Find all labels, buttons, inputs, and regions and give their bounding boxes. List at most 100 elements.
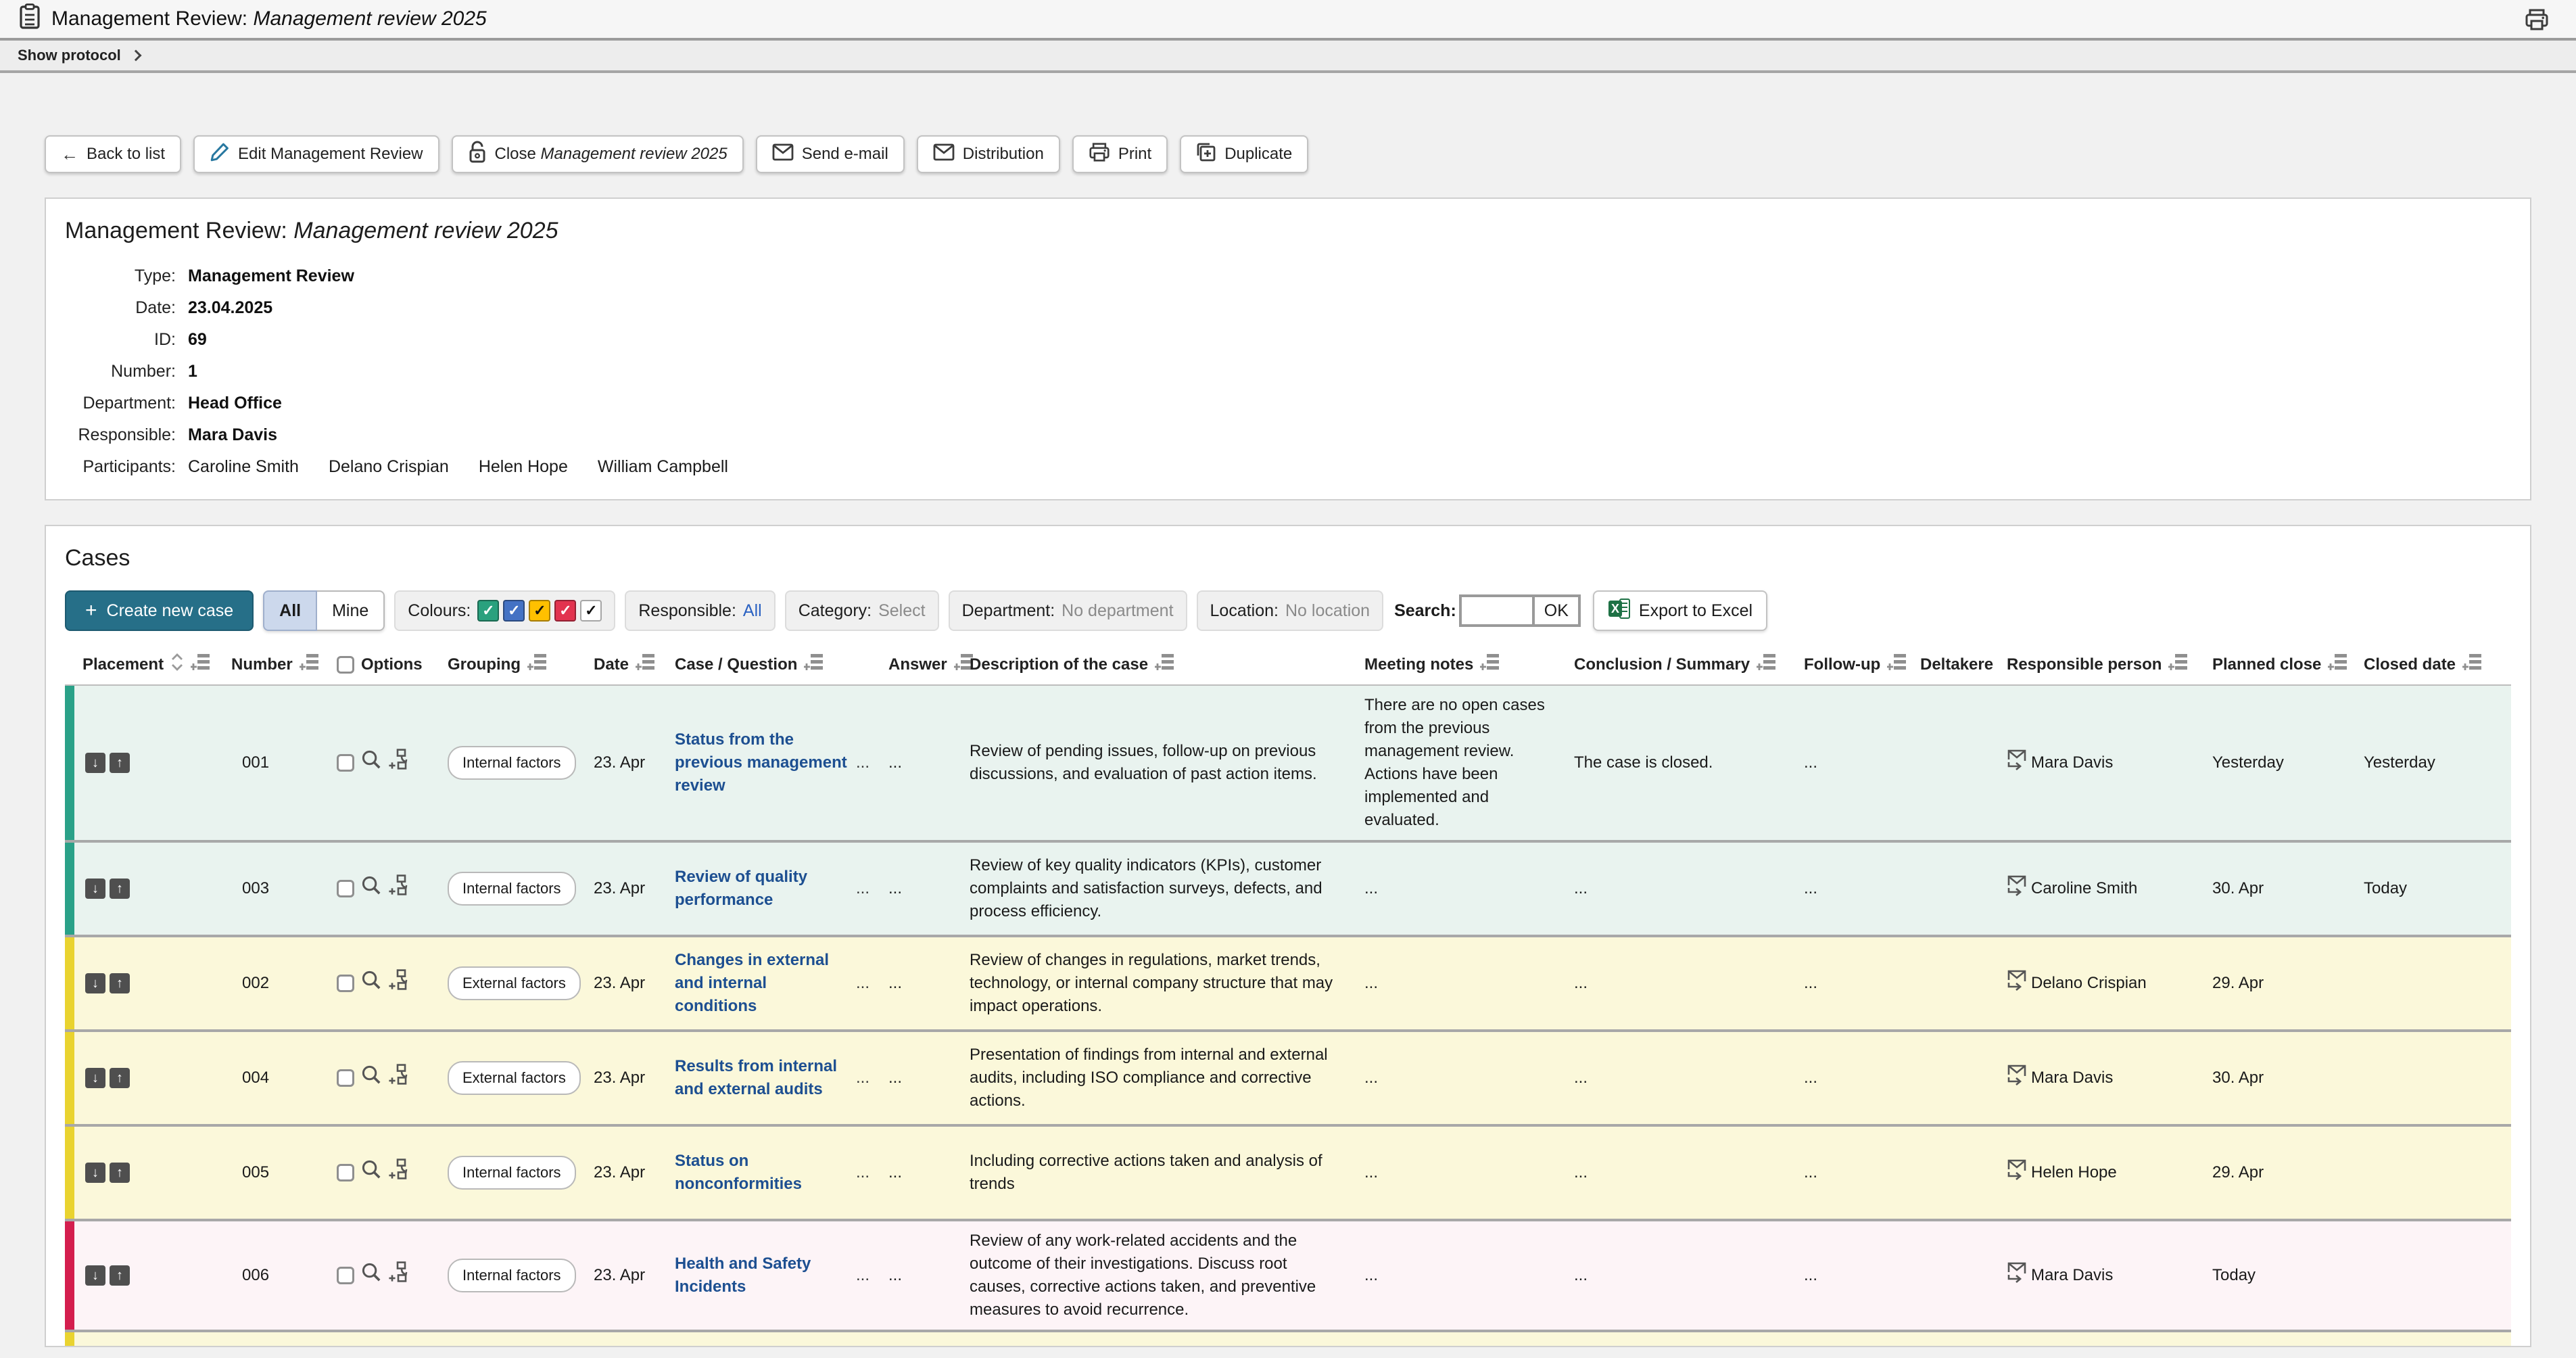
responsible-person-name: Mara Davis — [2031, 1264, 2113, 1287]
print-page-icon[interactable] — [2525, 8, 2549, 37]
send-mail-icon[interactable] — [2007, 874, 2027, 903]
category-filter[interactable]: Category: Select — [785, 590, 939, 631]
field-label: Responsible: — [65, 419, 176, 451]
move-down-button[interactable]: ↓ — [85, 1068, 105, 1088]
magnifier-icon[interactable] — [361, 875, 381, 902]
colour-checkbox[interactable]: ✓ — [477, 600, 499, 622]
column-filter-icon[interactable] — [2168, 653, 2187, 676]
case-link[interactable]: Results from internal and external audit… — [675, 1055, 851, 1101]
show-protocol-link[interactable]: Show protocol — [0, 41, 2576, 73]
responsible-filter[interactable]: Responsible: All — [625, 590, 775, 631]
location-filter-value[interactable]: No location — [1285, 601, 1370, 621]
case-link[interactable]: Health and Safety Incidents — [675, 1252, 851, 1298]
magnifier-icon[interactable] — [361, 749, 381, 776]
column-filter-icon[interactable] — [636, 653, 654, 676]
select-all-checkbox[interactable] — [337, 656, 354, 674]
search-input[interactable] — [1462, 597, 1532, 624]
copy-case-icon[interactable] — [388, 969, 410, 998]
department-filter-value[interactable]: No department — [1062, 601, 1173, 621]
case-link[interactable]: Changes in external and internal conditi… — [675, 949, 851, 1018]
case-expand-ellipsis[interactable]: ... — [856, 877, 869, 900]
location-filter[interactable]: Location: No location — [1197, 590, 1384, 631]
magnifier-icon[interactable] — [361, 970, 381, 997]
duplicate-button[interactable]: Duplicate — [1180, 135, 1308, 173]
meeting-notes-cell: ... — [1356, 1256, 1566, 1295]
duplicate-label: Duplicate — [1224, 145, 1292, 164]
follow-up-cell: ... — [1796, 1153, 1912, 1192]
search-ok-button[interactable]: OK — [1532, 597, 1578, 624]
edit-review-button[interactable]: Edit Management Review — [193, 135, 439, 173]
close-review-button[interactable]: Close Management review 2025 — [452, 135, 744, 173]
column-filter-icon[interactable] — [2328, 653, 2347, 676]
print-button[interactable]: Print — [1072, 135, 1168, 173]
deltakere-cell — [1912, 975, 1999, 991]
column-filter-icon[interactable] — [1480, 653, 1499, 676]
column-filter-icon[interactable] — [527, 653, 546, 676]
move-up-button[interactable]: ↑ — [110, 973, 130, 993]
send-mail-icon[interactable] — [2007, 1158, 2027, 1187]
sort-icon[interactable] — [170, 653, 184, 676]
move-down-button[interactable]: ↓ — [85, 879, 105, 899]
send-mail-icon[interactable] — [2007, 969, 2027, 998]
case-expand-ellipsis[interactable]: ... — [856, 1161, 869, 1184]
column-filter-icon[interactable] — [2462, 653, 2481, 676]
copy-case-icon[interactable] — [388, 1261, 410, 1290]
move-down-button[interactable]: ↓ — [85, 973, 105, 993]
case-expand-ellipsis[interactable]: ... — [856, 1264, 869, 1287]
back-to-list-button[interactable]: ← Back to list — [45, 135, 181, 173]
export-to-excel-button[interactable]: X Export to Excel — [1593, 590, 1767, 631]
row-checkbox[interactable] — [337, 1069, 354, 1087]
responsible-filter-value[interactable]: All — [743, 601, 762, 621]
scope-mine-button[interactable]: Mine — [317, 590, 385, 631]
copy-case-icon[interactable] — [388, 874, 410, 903]
magnifier-icon[interactable] — [361, 1064, 381, 1092]
move-down-button[interactable]: ↓ — [85, 1163, 105, 1183]
column-filter-icon[interactable] — [300, 653, 318, 676]
row-checkbox[interactable] — [337, 754, 354, 772]
case-expand-ellipsis[interactable]: ... — [856, 1067, 869, 1090]
field-label: Department: — [65, 388, 176, 419]
copy-case-icon[interactable] — [388, 1064, 410, 1092]
row-checkbox[interactable] — [337, 880, 354, 897]
column-filter-icon[interactable] — [1887, 653, 1906, 676]
colour-checkbox[interactable]: ✓ — [554, 600, 576, 622]
magnifier-icon[interactable] — [361, 1159, 381, 1186]
move-up-button[interactable]: ↑ — [110, 879, 130, 899]
column-filter-icon[interactable] — [191, 653, 210, 676]
department-filter[interactable]: Department: No department — [949, 590, 1187, 631]
category-filter-value[interactable]: Select — [878, 601, 925, 621]
row-checkbox[interactable] — [337, 1164, 354, 1181]
create-new-case-button[interactable]: + Create new case — [65, 590, 254, 631]
row-checkbox[interactable] — [337, 1267, 354, 1284]
move-up-button[interactable]: ↑ — [110, 753, 130, 773]
column-filter-icon[interactable] — [1155, 653, 1174, 676]
move-down-button[interactable]: ↓ — [85, 1265, 105, 1286]
move-up-button[interactable]: ↑ — [110, 1265, 130, 1286]
column-filter-icon[interactable] — [1757, 653, 1775, 676]
copy-case-icon[interactable] — [388, 749, 410, 777]
pencil-icon — [210, 142, 230, 167]
colour-checkbox[interactable]: ✓ — [580, 600, 602, 622]
move-up-button[interactable]: ↑ — [110, 1163, 130, 1183]
case-link[interactable]: Status on nonconformities — [675, 1150, 851, 1196]
colour-checkbox[interactable]: ✓ — [503, 600, 525, 622]
send-mail-icon[interactable] — [2007, 749, 2027, 777]
row-checkbox[interactable] — [337, 975, 354, 992]
colour-checkbox[interactable]: ✓ — [529, 600, 550, 622]
move-up-button[interactable]: ↑ — [110, 1068, 130, 1088]
case-link[interactable]: Review of quality performance — [675, 866, 851, 912]
copy-case-icon[interactable] — [388, 1158, 410, 1187]
deltakere-cell — [1912, 1267, 1999, 1284]
case-expand-ellipsis[interactable]: ... — [856, 751, 869, 774]
case-expand-ellipsis[interactable]: ... — [856, 972, 869, 995]
send-email-button[interactable]: Send e-mail — [756, 135, 905, 173]
distribution-button[interactable]: Distribution — [917, 135, 1060, 173]
column-filter-icon[interactable] — [804, 653, 823, 676]
case-link[interactable]: Status from the previous management revi… — [675, 728, 851, 797]
scope-all-button[interactable]: All — [263, 590, 317, 631]
answer-cell: ... — [880, 1058, 961, 1098]
magnifier-icon[interactable] — [361, 1262, 381, 1289]
move-down-button[interactable]: ↓ — [85, 753, 105, 773]
send-mail-icon[interactable] — [2007, 1064, 2027, 1092]
send-mail-icon[interactable] — [2007, 1261, 2027, 1290]
